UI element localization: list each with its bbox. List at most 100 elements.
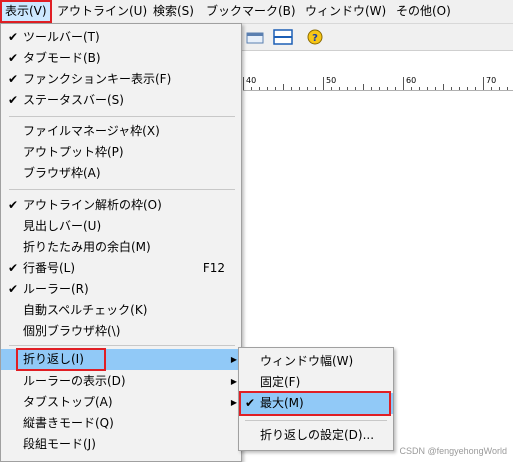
menu-item-label: 縦書きモード(Q) [23, 416, 114, 430]
wrap-submenu: ウィンドウ幅(W) 固定(F) ✔ 最大(M) 折り返しの設定(D)... [238, 347, 394, 451]
submenu-arrow-icon: ▶ [230, 377, 237, 386]
ruler-tick [403, 77, 404, 90]
submenu-arrow-icon: ▶ [230, 355, 237, 364]
ruler-tick [411, 87, 412, 90]
ruler-tick [451, 87, 452, 90]
menu-item-ruler-display[interactable]: ルーラーの表示(D) ▶ [1, 371, 241, 392]
ruler-tick [307, 87, 308, 90]
submenu-arrow-icon: ▶ [230, 398, 237, 407]
split-horizontal-icon[interactable] [272, 27, 294, 47]
menu-window[interactable]: ウィンドウ(W) [302, 0, 389, 23]
ruler-tick [331, 87, 332, 90]
ruler-tick [435, 87, 436, 90]
check-icon: ✔ [244, 396, 256, 410]
submenu-item-window-width[interactable]: ウィンドウ幅(W) [239, 351, 393, 372]
ruler-tick [283, 84, 284, 90]
menu-separator [9, 116, 235, 117]
ruler-tick [323, 77, 324, 90]
check-icon: ✔ [7, 198, 19, 212]
check-icon: ✔ [7, 261, 19, 275]
menu-item-label: 折りたたみ用の余白(M) [23, 240, 151, 254]
submenu-separator [245, 420, 387, 421]
menu-bookmark[interactable]: ブックマーク(B) [203, 0, 299, 23]
submenu-item-fixed[interactable]: 固定(F) [239, 372, 393, 393]
ruler-tick [347, 87, 348, 90]
submenu-item-label: 折り返しの設定(D)... [260, 428, 375, 442]
menu-item-tab-mode[interactable]: ✔ タブモード(B) [1, 48, 241, 69]
ruler-tick [363, 84, 364, 90]
submenu-item-label: ウィンドウ幅(W) [260, 354, 354, 368]
menu-item-column-mode[interactable]: 段組モード(J) [1, 434, 241, 455]
ruler-tick [275, 87, 276, 90]
menu-item-toolbar[interactable]: ✔ ツールバー(T) [1, 27, 241, 48]
ruler-label: 70 [486, 76, 497, 85]
menu-item-label: ファンクションキー表示(F) [23, 72, 172, 86]
menu-item-outline-pane[interactable]: ✔ アウトライン解析の枠(O) [1, 195, 241, 216]
menu-item-tab-stop[interactable]: タブストップ(A) ▶ [1, 392, 241, 413]
ruler-tick [251, 87, 252, 90]
menu-other[interactable]: その他(O) [393, 0, 454, 23]
menu-item-label: ブラウザ枠(A) [23, 166, 101, 180]
menu-item-label: ルーラーの表示(D) [23, 374, 126, 388]
ruler-tick [491, 87, 492, 90]
ruler-tick [379, 87, 380, 90]
menu-item-browser-pane[interactable]: ブラウザ枠(A) [1, 163, 241, 184]
ruler-tick [243, 77, 244, 90]
watermark: CSDN @fengyehongWorld [399, 446, 507, 456]
check-icon: ✔ [7, 93, 19, 107]
menu-item-label: アウトライン解析の枠(O) [23, 198, 162, 212]
ruler-tick [475, 87, 476, 90]
check-icon: ✔ [7, 72, 19, 86]
menu-item-wrap[interactable]: 折り返し(I) ▶ [1, 349, 241, 370]
ruler-label: 60 [406, 76, 417, 85]
ruler-tick [267, 87, 268, 90]
ruler-tick [339, 87, 340, 90]
submenu-item-max[interactable]: ✔ 最大(M) [239, 393, 393, 414]
menu-item-vertical-mode[interactable]: 縦書きモード(Q) [1, 413, 241, 434]
ruler-tick [499, 87, 500, 90]
menu-item-output-pane[interactable]: アウトプット枠(P) [1, 142, 241, 163]
menu-item-label: 折り返し(I) [23, 352, 84, 366]
menu-item-ruler[interactable]: ✔ ルーラー(R) [1, 279, 241, 300]
help-icon[interactable]: ? [304, 27, 326, 47]
menu-item-label: アウトプット枠(P) [23, 145, 124, 159]
menu-item-label: 行番号(L) [23, 261, 76, 275]
menu-separator [9, 189, 235, 190]
check-icon: ✔ [7, 30, 19, 44]
menu-bar: 表示(V) アウトライン(U) 検索(S) ブックマーク(B) ウィンドウ(W)… [0, 0, 513, 24]
menu-item-label: ルーラー(R) [23, 282, 89, 296]
ruler-label: 50 [326, 76, 337, 85]
svg-text:?: ? [312, 33, 318, 44]
menu-item-shortcut: F12 [202, 261, 225, 275]
menu-view[interactable]: 表示(V) [0, 0, 52, 23]
menu-item-function-keys[interactable]: ✔ ファンクションキー表示(F) [1, 69, 241, 90]
menu-item-fold-margin[interactable]: 折りたたみ用の余白(M) [1, 237, 241, 258]
ruler: 40 50 60 70 [243, 76, 513, 91]
menu-item-label: ファイルマネージャ枠(X) [23, 124, 160, 138]
menu-item-line-numbers[interactable]: ✔ 行番号(L) F12 [1, 258, 241, 279]
ruler-label: 40 [246, 76, 257, 85]
menu-item-file-manager[interactable]: ファイルマネージャ枠(X) [1, 121, 241, 142]
menu-item-status-bar[interactable]: ✔ ステータスバー(S) [1, 90, 241, 111]
menu-item-label: 自動スペルチェック(K) [23, 303, 148, 317]
ruler-tick [467, 87, 468, 90]
ruler-tick [355, 87, 356, 90]
ruler-tick [427, 87, 428, 90]
window-icon[interactable] [244, 27, 266, 47]
ruler-tick [299, 87, 300, 90]
menu-search[interactable]: 検索(S) [150, 0, 197, 23]
view-menu: ✔ ツールバー(T) ✔ タブモード(B) ✔ ファンクションキー表示(F) ✔… [0, 23, 242, 462]
ruler-tick [315, 87, 316, 90]
ruler-tick [483, 77, 484, 90]
ruler-tick [443, 84, 444, 90]
menu-item-heading-bar[interactable]: 見出しバー(U) [1, 216, 241, 237]
ruler-tick [459, 87, 460, 90]
menu-item-label: タブモード(B) [23, 51, 101, 65]
menu-outline[interactable]: アウトライン(U) [54, 0, 150, 23]
menu-item-spell-check[interactable]: 自動スペルチェック(K) [1, 300, 241, 321]
menu-item-label: 個別ブラウザ枠(\) [23, 324, 121, 338]
check-icon: ✔ [7, 282, 19, 296]
submenu-item-label: 固定(F) [260, 375, 301, 389]
submenu-item-wrap-settings[interactable]: 折り返しの設定(D)... [239, 425, 393, 446]
menu-item-individual-browser[interactable]: 個別ブラウザ枠(\) [1, 321, 241, 342]
